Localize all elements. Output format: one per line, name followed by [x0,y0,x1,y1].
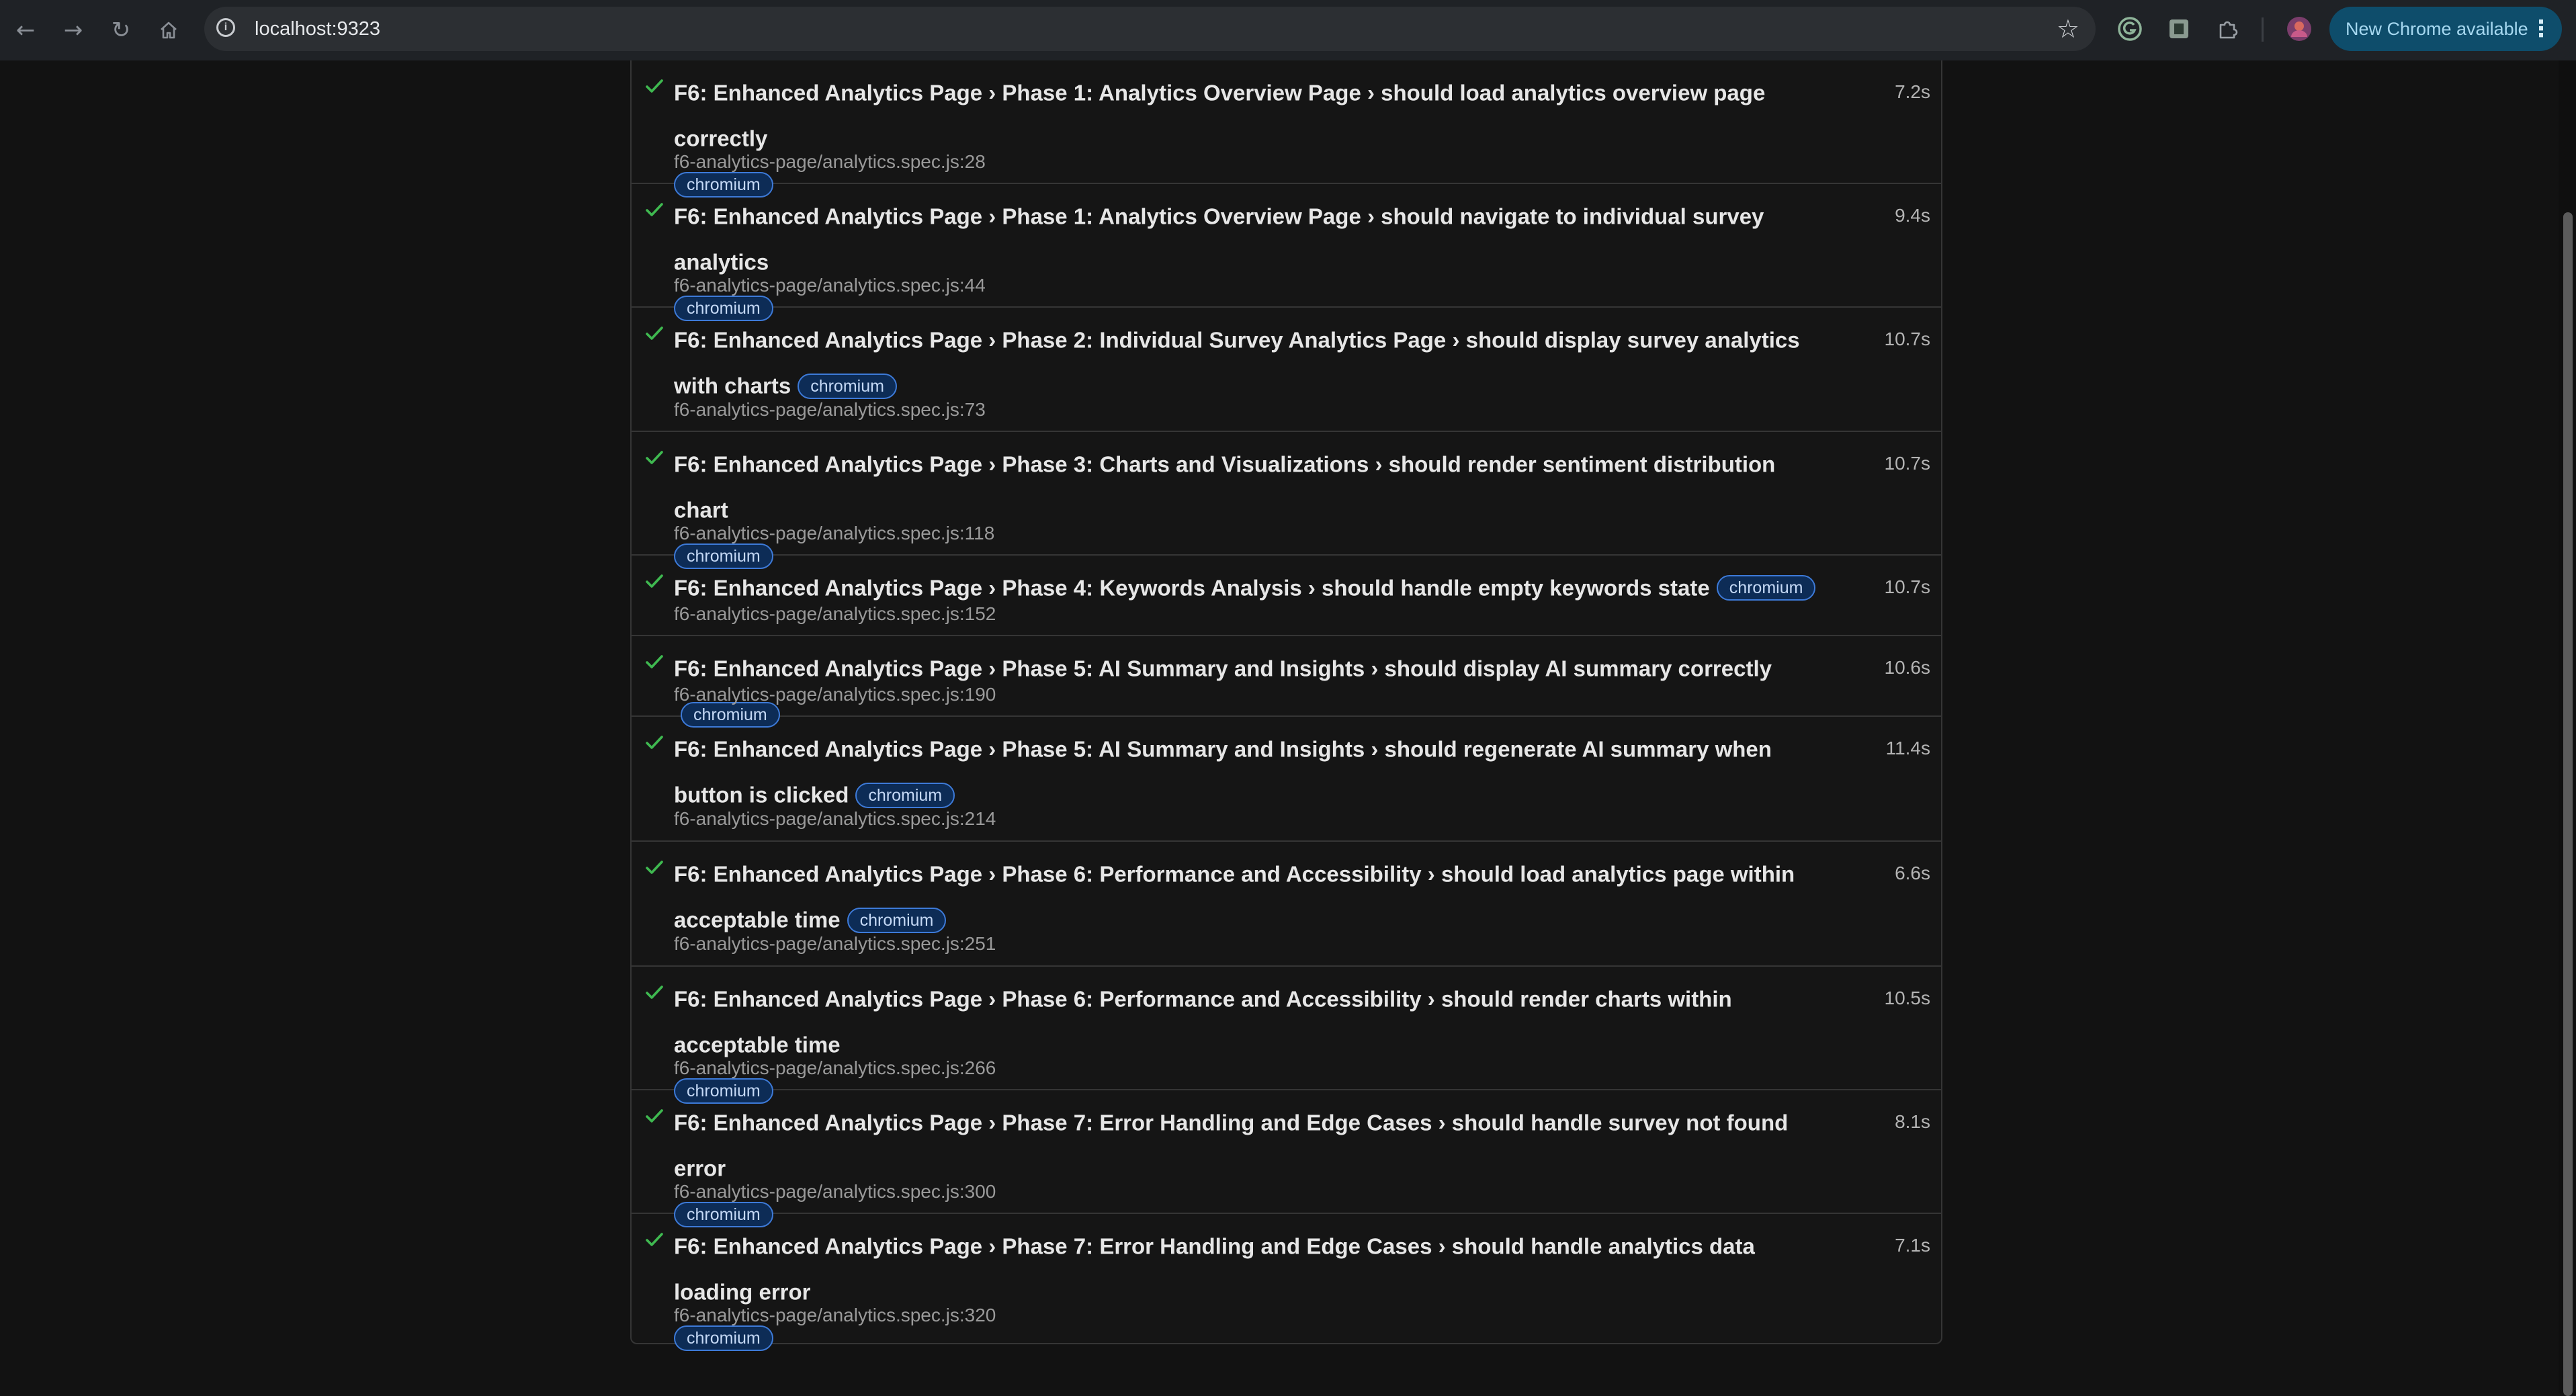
test-duration: 7.2s [1895,81,1930,102]
url-text[interactable]: localhost:9323 [255,18,380,40]
test-row[interactable]: F6: Enhanced Analytics Page › Phase 6: P… [632,967,1941,1104]
toolbar-divider [2262,17,2264,42]
passed-check-icon [646,736,663,749]
home-icon[interactable] [153,15,184,46]
profile-avatar[interactable] [2285,15,2313,43]
test-title-block[interactable]: F6: Enhanced Analytics Page › Phase 5: A… [674,726,1830,818]
test-row[interactable]: F6: Enhanced Analytics Page › Phase 7: E… [632,1090,1941,1227]
test-row[interactable]: F6: Enhanced Analytics Page › Phase 2: I… [632,308,1941,432]
test-title-block[interactable]: F6: Enhanced Analytics Page › Phase 6: P… [674,850,1830,943]
test-title[interactable]: F6: Enhanced Analytics Page › Phase 5: A… [674,656,1772,681]
passed-check-icon [646,986,663,999]
address-bar[interactable]: i localhost:9323 ☆ [204,7,2096,51]
test-results-list: F6: Enhanced Analytics Page › Phase 1: A… [630,60,1942,1351]
passed-check-icon [646,79,663,93]
test-duration: 10.6s [1884,657,1931,678]
bookmark-star-icon[interactable]: ☆ [2057,13,2079,44]
test-file-location: f6-analytics-page/analytics.spec.js:28 [674,151,986,172]
test-title[interactable]: F6: Enhanced Analytics Page › Phase 5: A… [674,736,1772,807]
test-title[interactable]: F6: Enhanced Analytics Page › Phase 3: C… [674,451,1775,522]
extensions-puzzle-icon[interactable] [2214,15,2242,43]
chrome-update-label: New Chrome available [2346,19,2528,39]
test-file-location: f6-analytics-page/analytics.spec.js:152 [674,603,996,624]
passed-check-icon [646,1233,663,1246]
back-arrow-icon[interactable]: ← [10,15,41,46]
passed-check-icon [646,655,663,668]
test-row[interactable]: F6: Enhanced Analytics Page › Phase 1: A… [632,184,1941,321]
extension-icon[interactable] [2165,15,2193,43]
test-duration: 10.7s [1884,453,1931,474]
page-viewport: F6: Enhanced Analytics Page › Phase 1: A… [0,60,2576,1396]
reload-icon[interactable]: ↻ [105,15,136,46]
test-duration: 10.7s [1884,329,1931,349]
test-file-location: f6-analytics-page/analytics.spec.js:266 [674,1057,996,1078]
test-duration: 9.4s [1895,205,1930,226]
project-tag-chromium[interactable]: chromium [674,1325,773,1351]
test-row[interactable]: F6: Enhanced Analytics Page › Phase 7: E… [632,1214,1941,1351]
test-title-block[interactable]: F6: Enhanced Analytics Page › Phase 7: E… [674,1223,1830,1359]
passed-check-icon [646,861,663,874]
scrollbar-thumb[interactable] [2563,212,2573,1396]
test-title[interactable]: F6: Enhanced Analytics Page › Phase 4: K… [674,575,1710,600]
test-file-location: f6-analytics-page/analytics.spec.js:214 [674,808,996,829]
passed-check-icon [646,203,663,216]
site-info-icon[interactable]: i [216,18,235,37]
test-file-location: f6-analytics-page/analytics.spec.js:44 [674,275,986,296]
test-file-location: f6-analytics-page/analytics.spec.js:320 [674,1305,996,1325]
test-duration: 7.1s [1895,1235,1930,1256]
test-file-location: f6-analytics-page/analytics.spec.js:190 [674,684,996,705]
project-tag-chromium[interactable]: chromium [855,782,955,808]
project-tag-chromium[interactable]: chromium [798,373,897,399]
test-duration: 11.4s [1885,738,1930,758]
test-duration: 10.5s [1884,988,1931,1008]
test-duration: 8.1s [1895,1111,1930,1132]
test-file-location: f6-analytics-page/analytics.spec.js:73 [674,399,986,420]
scrollbar[interactable] [2559,60,2576,1396]
forward-arrow-icon[interactable]: → [58,15,89,46]
test-duration: 6.6s [1895,863,1930,883]
chrome-update-button[interactable]: New Chrome available ⋮ [2329,7,2562,51]
passed-check-icon [646,326,663,340]
test-title[interactable]: F6: Enhanced Analytics Page › Phase 6: P… [674,861,1795,932]
test-row[interactable]: F6: Enhanced Analytics Page › Phase 5: A… [632,717,1941,842]
test-title[interactable]: F6: Enhanced Analytics Page › Phase 1: A… [674,204,1764,274]
test-row[interactable]: F6: Enhanced Analytics Page › Phase 5: A… [632,636,1941,728]
test-row[interactable]: F6: Enhanced Analytics Page › Phase 1: A… [632,60,1941,198]
project-tag-chromium[interactable]: chromium [1716,575,1816,601]
more-menu-icon[interactable]: ⋮ [2530,7,2552,51]
passed-check-icon [646,574,663,588]
project-tag-chromium[interactable]: chromium [847,907,947,933]
browser-toolbar: ← → ↻ i localhost:9323 ☆ New Chrome avai… [0,0,2576,60]
test-duration: 10.7s [1884,576,1931,597]
test-title[interactable]: F6: Enhanced Analytics Page › Phase 1: A… [674,80,1765,150]
grammarly-extension-icon[interactable] [2116,15,2144,43]
test-title-block[interactable]: F6: Enhanced Analytics Page › Phase 2: I… [674,316,1830,408]
test-file-location: f6-analytics-page/analytics.spec.js:300 [674,1181,996,1202]
test-title[interactable]: F6: Enhanced Analytics Page › Phase 7: E… [674,1110,1788,1180]
test-row[interactable]: F6: Enhanced Analytics Page › Phase 3: C… [632,432,1941,569]
passed-check-icon [646,451,663,464]
test-title[interactable]: F6: Enhanced Analytics Page › Phase 6: P… [674,986,1732,1057]
test-file-location: f6-analytics-page/analytics.spec.js:118 [674,523,995,543]
test-row[interactable]: F6: Enhanced Analytics Page › Phase 6: P… [632,842,1941,967]
test-file-location: f6-analytics-page/analytics.spec.js:251 [674,933,996,954]
test-title[interactable]: F6: Enhanced Analytics Page › Phase 7: E… [674,1233,1755,1304]
passed-check-icon [646,1109,663,1123]
test-row[interactable]: F6: Enhanced Analytics Page › Phase 4: K… [632,556,1941,636]
